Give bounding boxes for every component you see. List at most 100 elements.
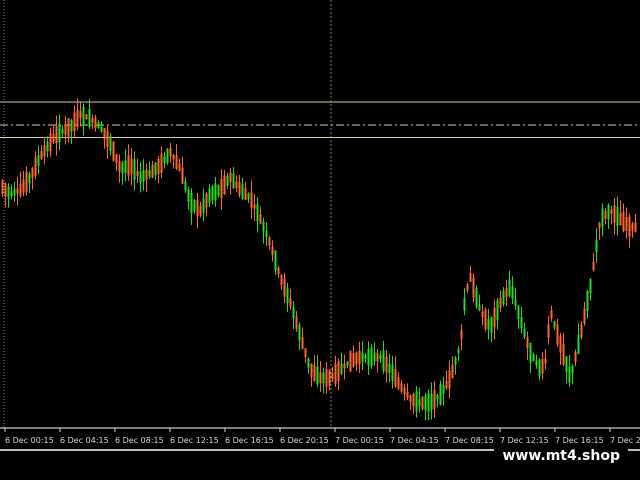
candle-body <box>334 363 337 384</box>
candle-body <box>298 324 301 341</box>
candle-body <box>295 316 298 329</box>
candle-body <box>436 394 439 400</box>
candle-body <box>145 169 148 180</box>
candle-body <box>70 120 73 132</box>
candle-body <box>442 385 445 394</box>
candle-body <box>622 211 625 232</box>
candle-body <box>607 205 610 220</box>
candle-body <box>97 122 100 129</box>
candle-body <box>340 363 343 375</box>
candle-body <box>49 133 52 152</box>
candle-body <box>424 395 427 411</box>
candle-body <box>400 383 403 392</box>
candle-body <box>337 361 340 382</box>
candle-body <box>259 214 262 224</box>
candle-body <box>172 154 175 160</box>
candle-body <box>256 204 259 222</box>
candle-body <box>469 273 472 282</box>
candle-body <box>580 324 583 338</box>
candle-body <box>88 109 91 128</box>
candle-body <box>421 396 424 410</box>
time-label: 7 Dec 08:15 <box>445 436 494 445</box>
candle-body <box>508 279 511 296</box>
candle-body <box>403 387 406 395</box>
candle-body <box>196 199 199 217</box>
candles-layer <box>1 98 637 421</box>
candle-body <box>382 350 385 372</box>
candle-body <box>166 149 169 163</box>
candle-body <box>157 158 160 174</box>
candle-body <box>19 183 22 196</box>
price-chart[interactable]: 6 Dec 00:15 6 Dec 04:15 6 Dec 08:15 6 Dec 1… <box>0 0 640 480</box>
candle-body <box>322 372 325 384</box>
candle-body <box>292 306 295 319</box>
candle-body <box>430 393 433 411</box>
candle-body <box>538 359 541 377</box>
candle-body <box>10 190 13 197</box>
candle-body <box>433 390 436 409</box>
candle-body <box>370 347 373 367</box>
candle-body <box>325 369 328 387</box>
candle-body <box>589 278 592 293</box>
candle-body <box>139 171 142 183</box>
time-label: 6 Dec 04:15 <box>60 436 109 445</box>
candle-body <box>415 391 418 412</box>
candle-body <box>241 183 244 200</box>
candle-body <box>61 129 64 134</box>
candle-body <box>475 288 478 307</box>
candle-body <box>148 170 151 177</box>
candle-body <box>202 198 205 213</box>
candle-body <box>361 352 364 362</box>
candle-body <box>7 186 10 198</box>
candle-body <box>460 329 463 340</box>
candle-body <box>169 147 172 157</box>
candle-body <box>187 189 190 202</box>
candle-body <box>502 290 505 305</box>
candle-body <box>535 360 538 366</box>
time-label: 6 Dec 20:15 <box>280 436 329 445</box>
candle-body <box>109 136 112 152</box>
candle-body <box>553 321 556 328</box>
candle-body <box>130 157 133 174</box>
candle-body <box>229 172 232 183</box>
candle-body <box>124 160 127 174</box>
candle-body <box>583 308 586 324</box>
candle-body <box>484 309 487 330</box>
candle-body <box>313 364 316 381</box>
candle-body <box>34 157 37 177</box>
candle-body <box>244 187 247 201</box>
time-label: 6 Dec 12:15 <box>170 436 219 445</box>
candle-body <box>547 324 550 338</box>
candle-body <box>43 145 46 157</box>
candle-body <box>568 366 571 383</box>
candle-body <box>151 164 154 178</box>
candle-body <box>208 188 211 203</box>
candle-body <box>103 128 106 140</box>
candle-body <box>133 159 136 181</box>
candle-body <box>178 163 181 172</box>
candle-body <box>28 173 31 184</box>
candle-body <box>142 170 145 182</box>
candle-body <box>16 188 19 194</box>
candle-body <box>610 209 613 214</box>
candle-body <box>451 364 454 378</box>
candle-body <box>412 393 415 407</box>
candle-body <box>175 155 178 169</box>
candle-body <box>199 205 202 216</box>
candle-body <box>346 361 349 366</box>
candle-body <box>193 200 196 212</box>
candle-body <box>619 212 622 226</box>
candle-body <box>310 363 313 377</box>
candle-body <box>280 275 283 285</box>
candle-body <box>1 180 4 195</box>
time-axis: 6 Dec 00:15 6 Dec 04:15 6 Dec 08:15 6 Dec 1… <box>4 428 640 445</box>
candle-body <box>499 297 502 308</box>
candle-body <box>625 217 628 231</box>
candle-body <box>559 336 562 353</box>
candle-body <box>64 124 67 136</box>
candle-body <box>214 183 217 201</box>
candle-body <box>514 298 517 307</box>
candle-body <box>571 365 574 374</box>
candle-body <box>478 304 481 311</box>
candle-body <box>493 307 496 328</box>
